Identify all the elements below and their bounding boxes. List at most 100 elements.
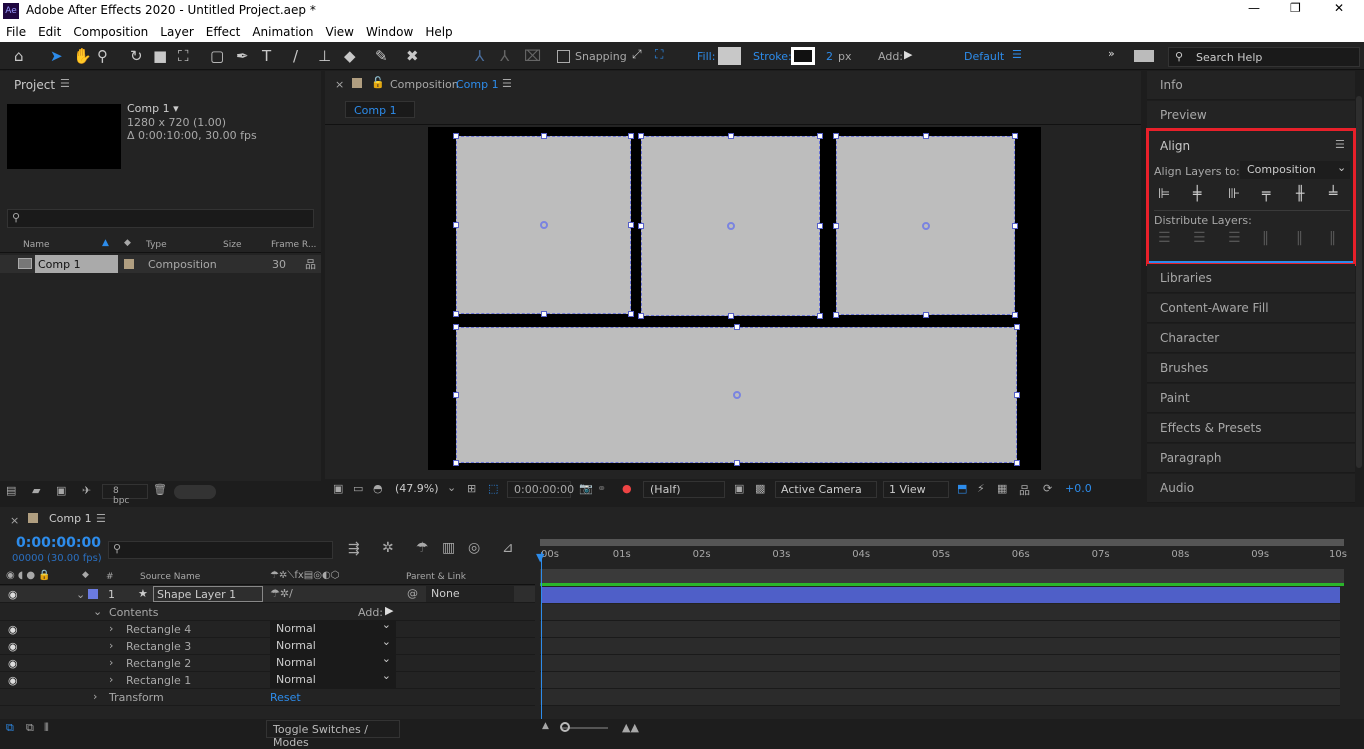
align-left-icon[interactable]: ⊫	[1158, 186, 1170, 202]
stroke-width-value[interactable]: 2	[826, 50, 833, 63]
label-color-swatch[interactable]	[124, 259, 134, 269]
frame-blending-icon[interactable]: ▥	[442, 540, 455, 556]
libraries-panel-tab[interactable]: Libraries	[1147, 264, 1355, 293]
eraser-tool-icon[interactable]: ◆	[344, 47, 356, 65]
current-time-display[interactable]: 0:00:00:00	[16, 535, 101, 551]
rectangle-row[interactable]: ◉ › Rectangle 2 Normal	[0, 652, 535, 672]
work-area-bar[interactable]	[540, 539, 1344, 546]
playhead-handle-icon[interactable]: ▼	[536, 551, 544, 564]
brushes-panel-tab[interactable]: Brushes	[1147, 354, 1355, 383]
transform-handle[interactable]	[1014, 324, 1020, 330]
timeline-icon[interactable]: ▦	[997, 482, 1007, 495]
stroke-swatch[interactable]	[791, 47, 815, 65]
overflow-icon[interactable]: »	[1108, 47, 1115, 60]
visibility-eye-icon[interactable]: ◉	[8, 588, 18, 601]
visibility-eye-icon[interactable]: ◉	[8, 657, 18, 670]
roto-brush-tool-icon[interactable]: ✎	[375, 47, 388, 65]
menu-effect[interactable]: Effect	[200, 22, 247, 42]
transform-handle[interactable]	[817, 223, 823, 229]
visibility-eye-icon[interactable]: ◉	[8, 623, 18, 636]
snap-edges-icon[interactable]: ⤢	[632, 47, 642, 62]
render-queue-icon[interactable]: ✈	[82, 484, 91, 497]
add-label[interactable]: Add:	[878, 50, 903, 63]
transfer-controls-toggle-icon[interactable]: ⧉	[26, 721, 34, 735]
selection-tool-icon[interactable]: ➤	[50, 47, 63, 65]
project-scrollbar[interactable]	[174, 485, 216, 499]
fill-swatch[interactable]	[718, 47, 741, 65]
label-tag-icon[interactable]: ◆	[124, 238, 131, 248]
rectangle-row[interactable]: ◉ › Rectangle 1 Normal	[0, 669, 535, 689]
channel-icon[interactable]: ●	[622, 482, 632, 495]
transform-handle[interactable]	[1014, 392, 1020, 398]
distribute-top-icon[interactable]: ☰	[1158, 230, 1171, 246]
distribute-vertical-center-icon[interactable]: ☰	[1193, 230, 1206, 246]
blend-mode-dropdown[interactable]: Normal	[270, 618, 396, 637]
delete-icon[interactable]: 🗑	[153, 483, 167, 496]
transform-handle[interactable]	[540, 311, 547, 317]
transform-handle[interactable]	[638, 223, 644, 229]
fast-previews-icon[interactable]: ⚡	[977, 482, 985, 495]
in-out-toggle-icon[interactable]: ⦀	[44, 721, 49, 735]
snapshot-icon[interactable]: 📷	[579, 482, 593, 495]
monitor-icon[interactable]: ▭	[353, 482, 363, 495]
menu-window[interactable]: Window	[360, 22, 419, 42]
timeline-search-input[interactable]: ⚲	[108, 541, 333, 559]
hand-tool-icon[interactable]: ✋	[73, 47, 92, 65]
add-arrow-icon[interactable]: ▶	[904, 48, 912, 61]
column-size[interactable]: Size	[223, 240, 241, 250]
graph-editor-icon[interactable]: ⊿	[502, 540, 514, 556]
transform-handle[interactable]	[733, 324, 740, 330]
comp-viewer-canvas[interactable]	[428, 127, 1041, 470]
pan-behind-tool-icon[interactable]: ⛶	[178, 47, 189, 65]
panel-menu-icon[interactable]: ☰	[502, 77, 512, 90]
layer-label-color[interactable]	[88, 589, 98, 599]
expand-chevron-icon[interactable]: ⌄	[93, 605, 102, 618]
layer-switches[interactable]: ☂✲/	[270, 587, 293, 600]
lock-icon[interactable]: 🔓	[371, 76, 385, 89]
zoom-out-icon[interactable]: ▲	[542, 721, 549, 731]
rectangle-row[interactable]: ◉ › Rectangle 3 Normal	[0, 635, 535, 655]
transform-handle[interactable]	[453, 222, 459, 228]
transform-handle[interactable]	[453, 311, 459, 317]
fill-label[interactable]: Fill:	[697, 50, 715, 63]
project-item-row[interactable]: Comp 1 Composition 30 品	[0, 255, 321, 273]
zoom-slider-thumb[interactable]	[560, 722, 570, 732]
expand-chevron-icon[interactable]: ›	[109, 639, 113, 652]
content-aware-fill-panel-tab[interactable]: Content-Aware Fill	[1147, 294, 1355, 323]
camera-tool-icon[interactable]: ■	[153, 47, 167, 65]
rectangle-tool-icon[interactable]: ▢	[210, 47, 224, 65]
motion-blur-icon[interactable]: ◎	[468, 540, 480, 556]
stroke-label[interactable]: Stroke:	[753, 50, 792, 63]
transform-handle[interactable]	[1012, 312, 1018, 318]
transform-handle[interactable]	[453, 324, 459, 330]
reset-link[interactable]: Reset	[270, 691, 301, 704]
distribute-right-icon[interactable]: ‖	[1329, 230, 1336, 246]
new-folder-icon[interactable]: ▰	[32, 484, 40, 497]
transform-handle[interactable]	[628, 311, 634, 317]
blend-mode-dropdown[interactable]: Normal	[270, 635, 396, 654]
axis-world-icon[interactable]: ⅄	[500, 47, 509, 65]
info-panel-tab[interactable]: Info	[1147, 71, 1355, 100]
anchor-point-icon[interactable]	[539, 221, 548, 229]
resolution-dropdown[interactable]: (Half)	[643, 481, 725, 498]
pen-tool-icon[interactable]: ✒	[236, 47, 249, 65]
axis-view-icon[interactable]: ⌧	[524, 47, 541, 65]
snapping-checkbox[interactable]	[557, 50, 570, 63]
column-type[interactable]: Type	[146, 240, 167, 250]
menu-layer[interactable]: Layer	[154, 22, 199, 42]
menu-view[interactable]: View	[320, 22, 360, 42]
column-frame-rate[interactable]: Frame R...	[271, 240, 316, 250]
composition-tab-name[interactable]: Comp 1	[456, 78, 499, 91]
transparency-icon[interactable]: ▩	[755, 482, 765, 495]
puppet-tool-icon[interactable]: ✖	[406, 47, 419, 65]
align-to-dropdown[interactable]: Composition	[1240, 161, 1350, 179]
rotate-tool-icon[interactable]: ↻	[130, 47, 143, 65]
minimize-button[interactable]: —	[1248, 1, 1260, 15]
item-name[interactable]: Comp 1	[35, 255, 118, 273]
region-of-interest-icon[interactable]: ▣	[734, 482, 744, 495]
panel-menu-icon[interactable]: ☰	[1335, 138, 1345, 151]
view-layout-dropdown[interactable]: 1 View	[883, 481, 949, 498]
align-top-icon[interactable]: ╤	[1262, 186, 1270, 202]
transform-handle[interactable]	[1014, 460, 1020, 466]
menu-animation[interactable]: Animation	[246, 22, 319, 42]
